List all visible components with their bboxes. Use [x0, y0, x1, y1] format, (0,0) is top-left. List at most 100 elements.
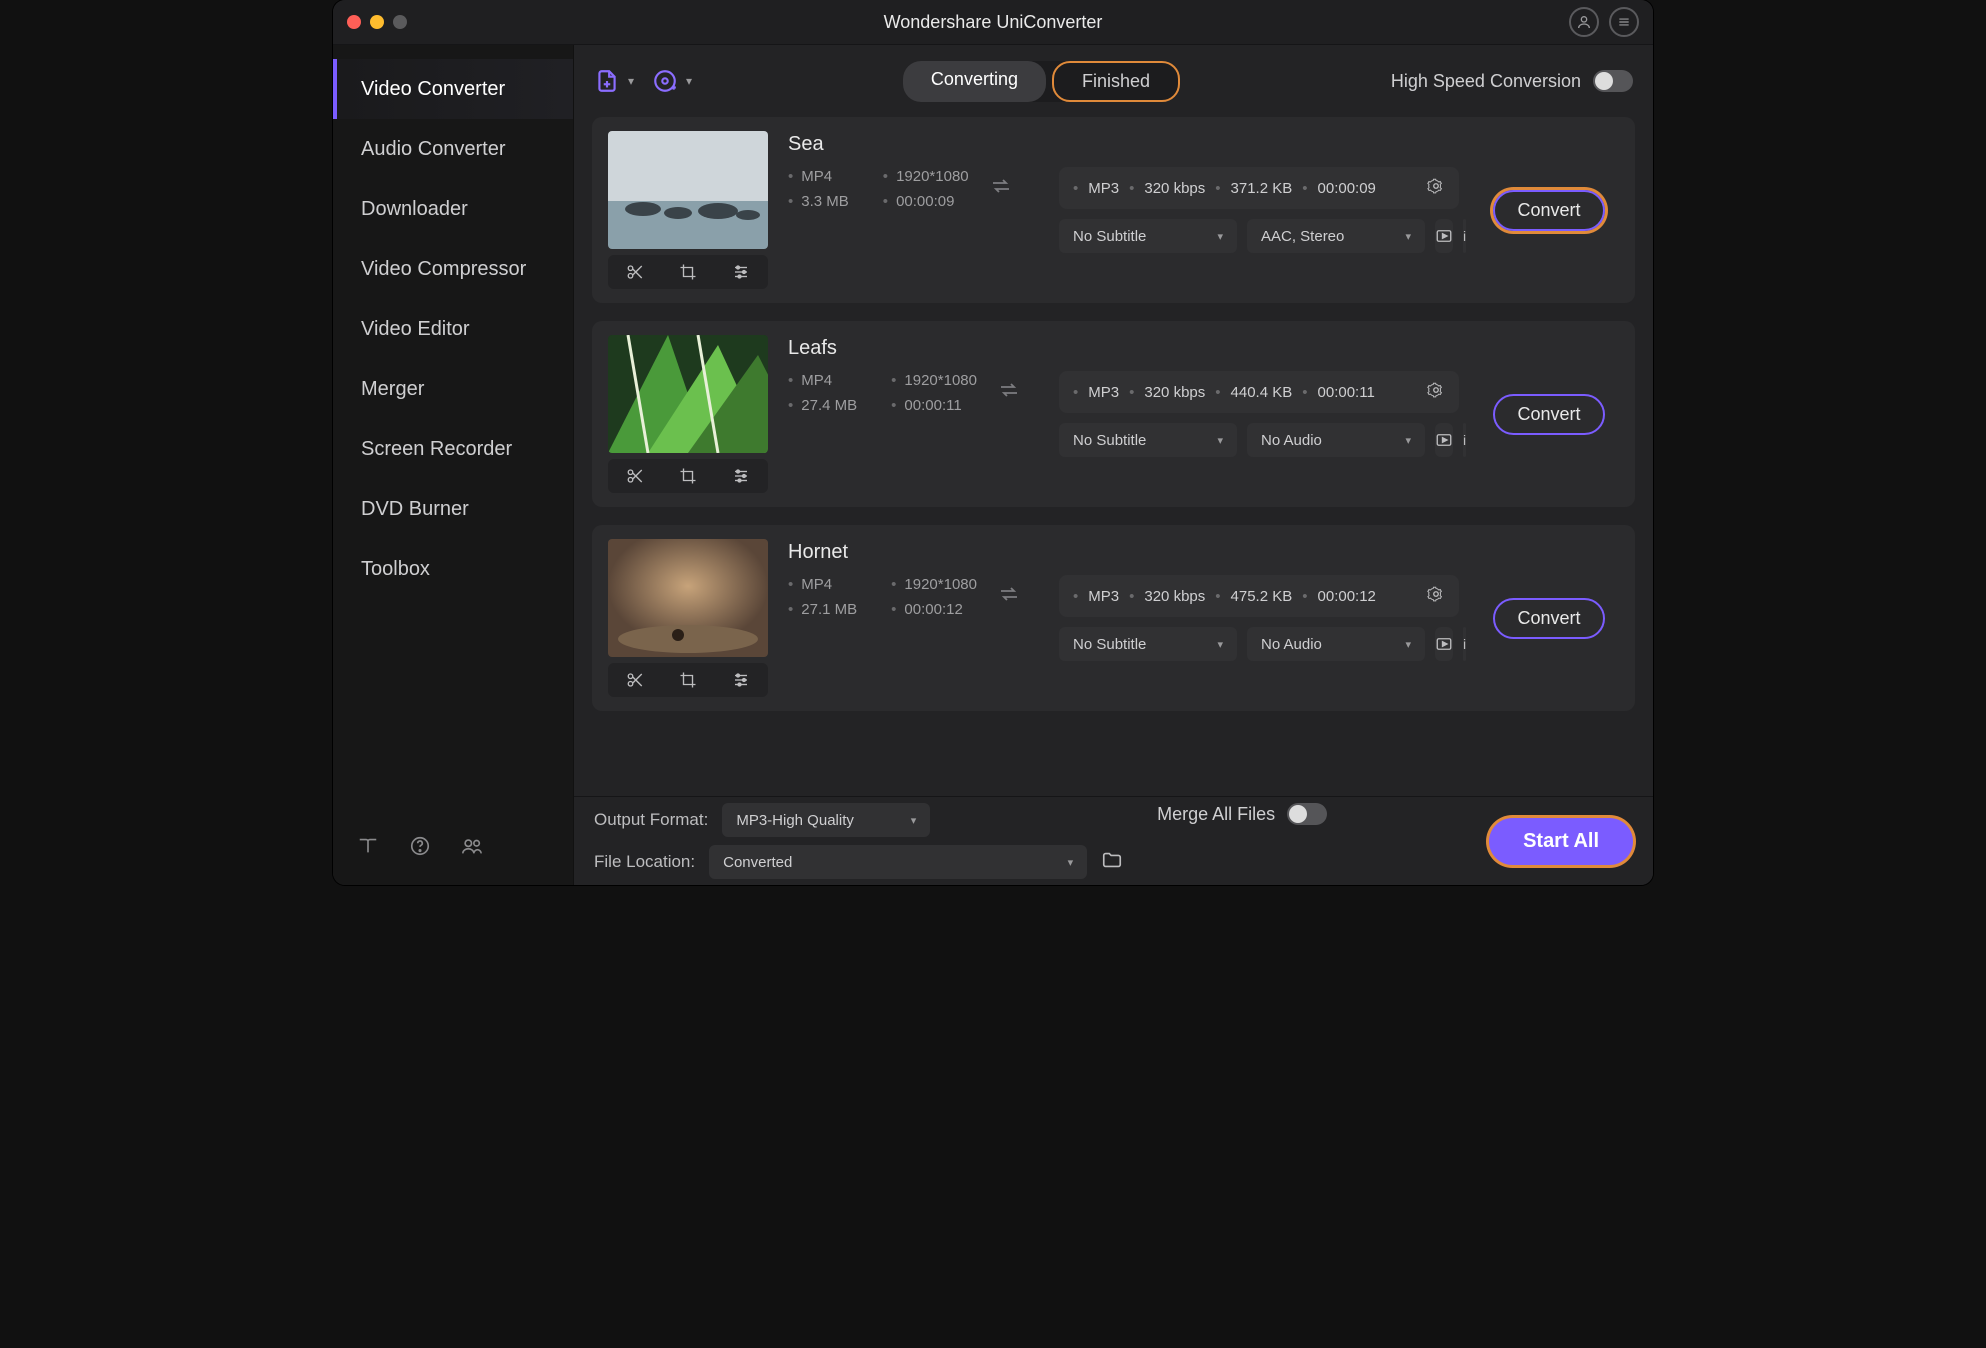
- chevron-down-icon: ▾: [1405, 434, 1411, 447]
- tab-label: Converting: [931, 69, 1018, 89]
- chevron-down-icon: ▾: [1217, 638, 1223, 651]
- settings-icon[interactable]: [1427, 177, 1445, 199]
- source-format: MP4: [788, 372, 857, 389]
- subtitle-select[interactable]: No Subtitle ▾: [1059, 627, 1237, 661]
- high-speed-label: High Speed Conversion: [1391, 71, 1581, 92]
- content-toolbar: ▾ ▾ Converting Finished High Speed Conve…: [574, 45, 1653, 117]
- output-bitrate: 320 kbps: [1144, 384, 1205, 401]
- preview-icon[interactable]: [1435, 219, 1453, 253]
- crop-icon[interactable]: [661, 459, 714, 493]
- info-icon[interactable]: i: [1463, 219, 1466, 253]
- high-speed-toggle[interactable]: [1593, 70, 1633, 92]
- output-bitrate: 320 kbps: [1144, 588, 1205, 605]
- chevron-down-icon: ▾: [686, 74, 692, 88]
- file-location-select[interactable]: Converted ▾: [709, 845, 1087, 879]
- start-all-label: Start All: [1523, 830, 1599, 852]
- source-info: MP4 3.3 MB 1920*1080 00:00:09: [788, 168, 969, 210]
- convert-button[interactable]: Convert: [1493, 190, 1604, 231]
- start-all-button[interactable]: Start All: [1489, 818, 1633, 865]
- subtitle-value: No Subtitle: [1073, 228, 1146, 245]
- info-icon[interactable]: i: [1463, 627, 1466, 661]
- high-speed-toggle-group: High Speed Conversion: [1391, 70, 1633, 92]
- sidebar-item-video-editor[interactable]: Video Editor: [333, 299, 573, 359]
- output-bitrate: 320 kbps: [1144, 180, 1205, 197]
- output-format-label: Output Format:: [594, 810, 708, 830]
- sidebar-item-merger[interactable]: Merger: [333, 359, 573, 419]
- audio-select[interactable]: No Audio ▾: [1247, 423, 1425, 457]
- source-resolution: 1920*1080: [883, 168, 969, 185]
- sidebar-item-toolbox[interactable]: Toolbox: [333, 539, 573, 599]
- source-resolution: 1920*1080: [891, 372, 977, 389]
- footer: Output Format: MP3-High Quality ▾ File L…: [574, 796, 1653, 885]
- file-card: Leafs MP4 27.4 MB 1920*1080 00:00:11: [592, 321, 1635, 507]
- sidebar-item-screen-recorder[interactable]: Screen Recorder: [333, 419, 573, 479]
- add-dvd-dropdown[interactable]: ▾: [652, 68, 692, 94]
- sidebar-item-label: DVD Burner: [361, 498, 469, 521]
- audio-select[interactable]: AAC, Stereo ▾: [1247, 219, 1425, 253]
- trim-icon[interactable]: [608, 459, 661, 493]
- effects-icon[interactable]: [715, 459, 768, 493]
- minimize-button[interactable]: [370, 15, 384, 29]
- sidebar-item-dvd-burner[interactable]: DVD Burner: [333, 479, 573, 539]
- help-icon[interactable]: [409, 835, 431, 863]
- merge-all-label: Merge All Files: [1157, 804, 1275, 825]
- output-format-select[interactable]: MP3-High Quality ▾: [722, 803, 930, 837]
- output-duration: 00:00:12: [1318, 588, 1376, 605]
- chevron-down-icon: ▾: [628, 74, 634, 88]
- sidebar-item-label: Toolbox: [361, 558, 430, 581]
- audio-value: No Audio: [1261, 432, 1322, 449]
- thumbnail[interactable]: [608, 131, 768, 249]
- menu-icon[interactable]: [1609, 7, 1639, 37]
- source-duration: 00:00:11: [891, 397, 977, 414]
- source-duration: 00:00:12: [891, 601, 977, 618]
- maximize-button[interactable]: [393, 15, 407, 29]
- output-format: MP3: [1088, 588, 1119, 605]
- file-card: Sea MP4 3.3 MB 1920*1080 00:00:09: [592, 117, 1635, 303]
- effects-icon[interactable]: [715, 663, 768, 697]
- tab-converting[interactable]: Converting: [903, 61, 1046, 102]
- file-location-label: File Location:: [594, 852, 695, 872]
- info-icon[interactable]: i: [1463, 423, 1466, 457]
- sidebar-item-video-compressor[interactable]: Video Compressor: [333, 239, 573, 299]
- source-info: MP4 27.1 MB 1920*1080 00:00:12: [788, 576, 977, 618]
- tab-finished[interactable]: Finished: [1052, 61, 1180, 102]
- trim-icon[interactable]: [608, 663, 661, 697]
- settings-icon[interactable]: [1427, 585, 1445, 607]
- merge-all-toggle[interactable]: [1287, 803, 1327, 825]
- thumbnail[interactable]: [608, 539, 768, 657]
- convert-button[interactable]: Convert: [1493, 394, 1604, 435]
- add-file-dropdown[interactable]: ▾: [594, 68, 634, 94]
- open-folder-icon[interactable]: [1101, 849, 1123, 877]
- convert-label: Convert: [1517, 200, 1580, 220]
- output-format-value: MP3-High Quality: [736, 812, 854, 829]
- thumbnail[interactable]: [608, 335, 768, 453]
- thumb-toolbar: [608, 459, 768, 493]
- crop-icon[interactable]: [661, 663, 714, 697]
- subtitle-select[interactable]: No Subtitle ▾: [1059, 219, 1237, 253]
- output-size: 371.2 KB: [1231, 180, 1293, 197]
- account-icon[interactable]: [1569, 7, 1599, 37]
- source-resolution: 1920*1080: [891, 576, 977, 593]
- sidebar-item-downloader[interactable]: Downloader: [333, 179, 573, 239]
- subtitle-value: No Subtitle: [1073, 432, 1146, 449]
- chevron-down-icon: ▾: [1217, 434, 1223, 447]
- tutorial-icon[interactable]: [357, 835, 379, 863]
- sidebar-item-video-converter[interactable]: Video Converter: [333, 59, 573, 119]
- sidebar-item-label: Merger: [361, 378, 424, 401]
- settings-icon[interactable]: [1427, 381, 1445, 403]
- close-button[interactable]: [347, 15, 361, 29]
- crop-icon[interactable]: [661, 255, 714, 289]
- output-size: 440.4 KB: [1231, 384, 1293, 401]
- output-info: •MP3 •320 kbps •371.2 KB •00:00:09: [1059, 167, 1459, 209]
- trim-icon[interactable]: [608, 255, 661, 289]
- subtitle-select[interactable]: No Subtitle ▾: [1059, 423, 1237, 457]
- feedback-icon[interactable]: [461, 835, 483, 863]
- convert-arrow-icon: [989, 174, 1013, 204]
- convert-button[interactable]: Convert: [1493, 598, 1604, 639]
- effects-icon[interactable]: [715, 255, 768, 289]
- source-format: MP4: [788, 168, 849, 185]
- audio-select[interactable]: No Audio ▾: [1247, 627, 1425, 661]
- preview-icon[interactable]: [1435, 423, 1453, 457]
- preview-icon[interactable]: [1435, 627, 1453, 661]
- sidebar-item-audio-converter[interactable]: Audio Converter: [333, 119, 573, 179]
